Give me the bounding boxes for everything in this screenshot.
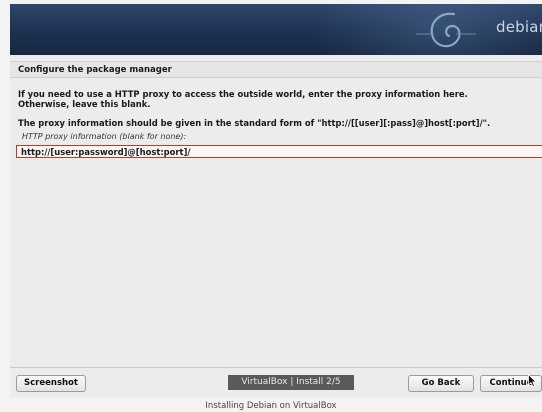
debian-banner: debian	[10, 4, 542, 55]
go-back-button[interactable]: Go Back	[408, 375, 474, 392]
image-caption: Installing Debian on VirtualBox	[205, 401, 337, 411]
intro-text-line-2: Otherwise, leave this blank.	[18, 99, 151, 109]
http-proxy-input[interactable]	[16, 145, 542, 158]
field-label: HTTP proxy information (blank for none):	[22, 132, 187, 141]
debian-brand-text: debian	[496, 18, 542, 36]
screenshot-button[interactable]: Screenshot	[16, 375, 86, 392]
installer-window: debian Configure the package manager If …	[10, 4, 542, 397]
mouse-pointer-icon	[528, 374, 537, 387]
intro-text-line-1: If you need to use a HTTP proxy to acces…	[18, 89, 468, 99]
debian-swirl-icon	[416, 12, 476, 48]
virtualbox-overlay-label: VirtualBox | Install 2/5	[228, 375, 354, 390]
button-bar-divider	[10, 367, 542, 368]
page-title: Configure the package manager	[10, 61, 542, 78]
format-description: The proxy information should be given in…	[18, 118, 491, 128]
